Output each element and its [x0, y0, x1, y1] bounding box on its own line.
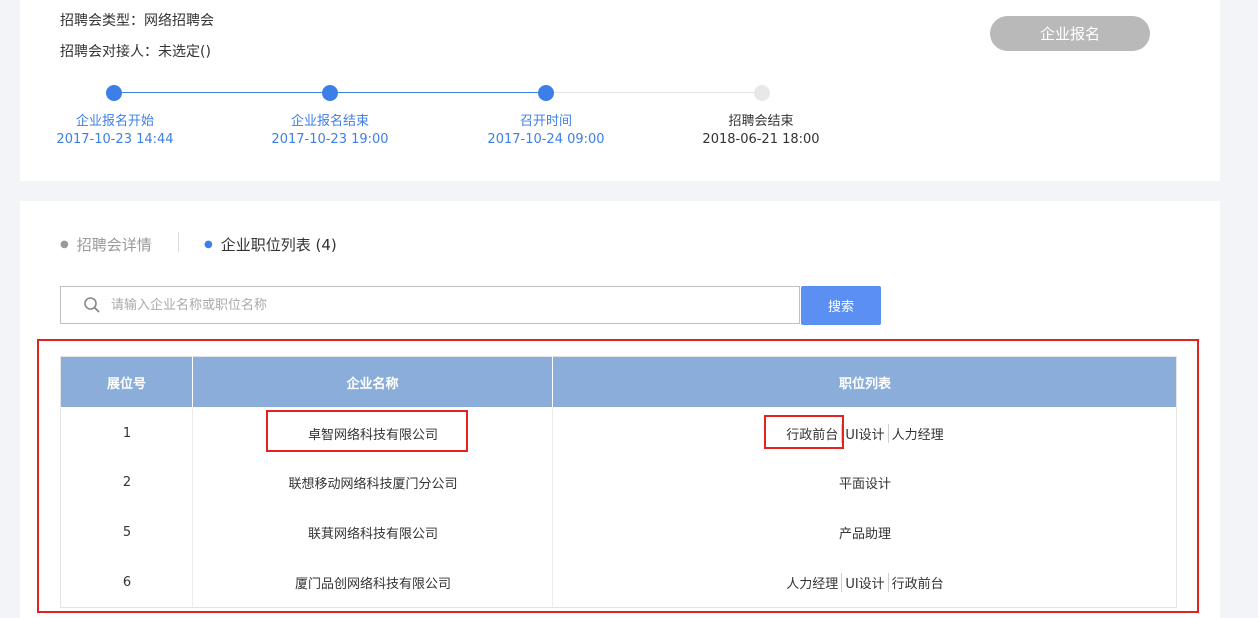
cell-booth: 5	[122, 524, 132, 540]
tab-bullet: ●	[60, 239, 69, 250]
tab-bullet-active: ●	[204, 239, 213, 250]
timeline-time-1: 2017-10-23 14:44	[56, 132, 174, 147]
cell-company[interactable]: 联萁网络科技有限公司	[193, 507, 553, 557]
table-header: 展位号 企业名称 职位列表	[61, 357, 1176, 407]
cell-booth: 2	[122, 474, 132, 490]
fair-contact-label: 招聘会对接人：	[60, 44, 158, 60]
cell-jobs: 产品助理	[553, 507, 1177, 557]
cell-booth: 1	[122, 425, 132, 441]
job-link[interactable]: 平面设计	[836, 473, 894, 492]
header-jobs: 职位列表	[838, 376, 891, 392]
tab-company-positions[interactable]: ● 企业职位列表 (4)	[204, 234, 337, 255]
job-link[interactable]: 人力经理	[783, 573, 841, 592]
tab-fair-details[interactable]: ● 招聘会详情	[60, 234, 152, 255]
cell-company[interactable]: 厦门品创网络科技有限公司	[193, 557, 553, 607]
tab-fair-details-label: 招聘会详情	[76, 236, 152, 254]
job-link[interactable]: UI设计	[841, 572, 887, 592]
timeline-time-4: 2018-06-21 18:00	[702, 132, 820, 147]
search-button[interactable]: 搜索	[801, 286, 881, 325]
job-link[interactable]: 行政前台	[887, 572, 947, 592]
cell-jobs: 人力经理 UI设计 行政前台	[553, 557, 1177, 607]
timeline-label-3: 召开时间	[519, 114, 572, 129]
timeline-track-pending	[546, 92, 762, 93]
job-link[interactable]: 行政前台	[783, 424, 841, 443]
cell-company[interactable]: 卓智网络科技有限公司	[193, 408, 553, 458]
timeline-dot-2	[322, 85, 338, 101]
timeline-dot-3	[538, 85, 554, 101]
timeline-dot-1	[106, 85, 122, 101]
cell-jobs: 平面设计	[553, 457, 1177, 507]
fair-type-label: 招聘会类型：	[60, 13, 144, 29]
timeline-time-2: 2017-10-23 19:00	[271, 132, 389, 147]
job-link[interactable]: UI设计	[841, 423, 887, 443]
job-link[interactable]: 人力经理	[887, 423, 947, 443]
tab-company-positions-label: 企业职位列表 (4)	[220, 236, 337, 254]
fair-type-value: 网络招聘会	[144, 13, 214, 29]
fair-contact-value: 未选定()	[158, 44, 211, 60]
header-company: 企业名称	[193, 357, 553, 407]
timeline-label-1: 企业报名开始	[75, 114, 154, 129]
cell-company[interactable]: 联想移动网络科技厦门分公司	[193, 457, 553, 507]
search-input[interactable]	[109, 296, 799, 314]
positions-table: 展位号 企业名称 职位列表 1 卓智网络科技有限公司 行政前台 UI设计 人力经理 …	[60, 356, 1177, 608]
job-link[interactable]: 产品助理	[836, 523, 894, 542]
tab-divider	[178, 232, 179, 252]
timeline-dot-4	[754, 85, 770, 101]
timeline-label-4: 招聘会结束	[728, 114, 794, 129]
fair-contact-line: 招聘会对接人：未选定()	[60, 41, 211, 61]
cell-booth: 6	[122, 574, 132, 590]
fair-type-line: 招聘会类型：网络招聘会	[60, 10, 214, 30]
search-icon	[83, 296, 101, 314]
search-box	[60, 286, 800, 324]
timeline-label-2: 企业报名结束	[290, 114, 369, 129]
company-register-button[interactable]: 企业报名	[990, 16, 1150, 51]
header-booth: 展位号	[61, 357, 193, 407]
timeline-time-3: 2017-10-24 09:00	[487, 132, 605, 147]
cell-jobs: 行政前台 UI设计 人力经理	[553, 408, 1177, 458]
